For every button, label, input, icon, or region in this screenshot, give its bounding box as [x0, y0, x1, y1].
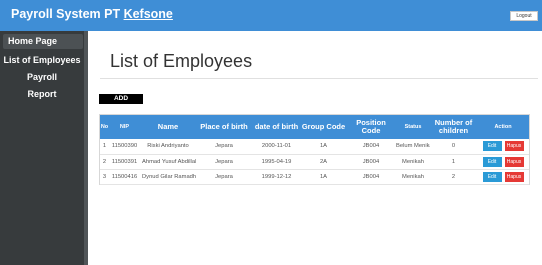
cell-nip: 11500391 — [111, 158, 138, 165]
cell-place-of-birth: Jepara — [215, 173, 233, 180]
cell-position-code: JB004 — [362, 158, 380, 165]
cell-children: 2 — [451, 173, 456, 180]
page-title: List of Employees — [110, 51, 253, 71]
column-header: Number of children — [434, 118, 473, 135]
sidebar-item-home[interactable]: Home Page — [3, 34, 83, 49]
table-row: 3 11500416 Dynud Gilar Ramadhan Jepara 1… — [100, 169, 529, 184]
column-header: NIP — [119, 124, 130, 130]
column-header: Name — [157, 122, 179, 131]
sidebar-item-employees[interactable]: List of Employees — [0, 55, 84, 65]
cell-status: Menikah — [402, 173, 424, 180]
delete-button[interactable]: Hapus — [504, 171, 524, 182]
cell-name: Dynud Gilar Ramadhan — [142, 173, 196, 180]
cell-date-of-birth: 1999-12-12 — [261, 173, 292, 180]
cell-actions: Edit Hapus — [477, 139, 529, 154]
table-row: 1 11500390 Riski Andriyanto Jepara 2000-… — [100, 139, 529, 154]
table-row: 2 11500391 Ahmad Yusuf Abdillah Jepara 1… — [100, 154, 529, 169]
table-header-row: No NIP Name Place of birth date of birth… — [100, 115, 529, 139]
cell-group-code: 2A — [319, 158, 328, 165]
delete-button[interactable]: Hapus — [504, 141, 524, 152]
cell-children: 1 — [451, 158, 456, 165]
cell-children: 0 — [451, 143, 456, 150]
logout-button[interactable]: Logout — [510, 11, 538, 21]
column-header: Action — [494, 124, 512, 130]
app-title: Payroll System PT Kefsone — [11, 7, 173, 21]
title-divider — [100, 78, 538, 79]
column-header: Status — [404, 124, 422, 130]
cell-status: Belum Menikah — [396, 143, 430, 150]
cell-place-of-birth: Jepara — [215, 143, 233, 150]
cell-name: Ahmad Yusuf Abdillah — [142, 158, 196, 165]
column-header: Position Code — [356, 118, 386, 135]
cell-no: 1 — [102, 143, 107, 150]
app-title-text: Payroll System PT — [11, 7, 121, 21]
delete-button[interactable]: Hapus — [504, 156, 524, 167]
cell-group-code: 1A — [319, 143, 328, 150]
cell-actions: Edit Hapus — [477, 169, 529, 184]
employees-table-container: No NIP Name Place of birth date of birth… — [99, 114, 530, 185]
cell-status: Menikah — [402, 158, 424, 165]
edit-button[interactable]: Edit — [482, 171, 502, 182]
employees-table: No NIP Name Place of birth date of birth… — [100, 115, 529, 185]
cell-actions: Edit Hapus — [477, 154, 529, 169]
sidebar: Home Page List of Employees Payroll Repo… — [0, 31, 88, 265]
cell-name: Riski Andriyanto — [147, 143, 189, 150]
cell-date-of-birth: 2000-11-01 — [261, 143, 292, 150]
edit-button[interactable]: Edit — [482, 141, 502, 152]
add-employee-button[interactable]: ADD — [99, 94, 143, 104]
cell-no: 2 — [102, 158, 107, 165]
sidebar-item-payroll[interactable]: Payroll — [0, 72, 84, 82]
sidebar-item-report[interactable]: Report — [0, 89, 84, 99]
company-link[interactable]: Kefsone — [124, 7, 173, 21]
edit-button[interactable]: Edit — [482, 156, 502, 167]
cell-place-of-birth: Jepara — [215, 158, 233, 165]
column-header: Place of birth — [200, 122, 248, 131]
cell-nip: 11500390 — [111, 143, 138, 150]
cell-position-code: JB004 — [362, 173, 380, 180]
cell-position-code: JB004 — [362, 143, 380, 150]
cell-group-code: 1A — [319, 173, 328, 180]
cell-nip: 11500416 — [111, 173, 138, 180]
column-header: No — [100, 124, 109, 130]
cell-no: 3 — [102, 173, 107, 180]
top-header-bar: Payroll System PT Kefsone Logout — [0, 0, 542, 31]
cell-date-of-birth: 1995-04-19 — [261, 158, 292, 165]
column-header: Group Code — [301, 122, 346, 131]
column-header: date of birth — [254, 122, 299, 131]
